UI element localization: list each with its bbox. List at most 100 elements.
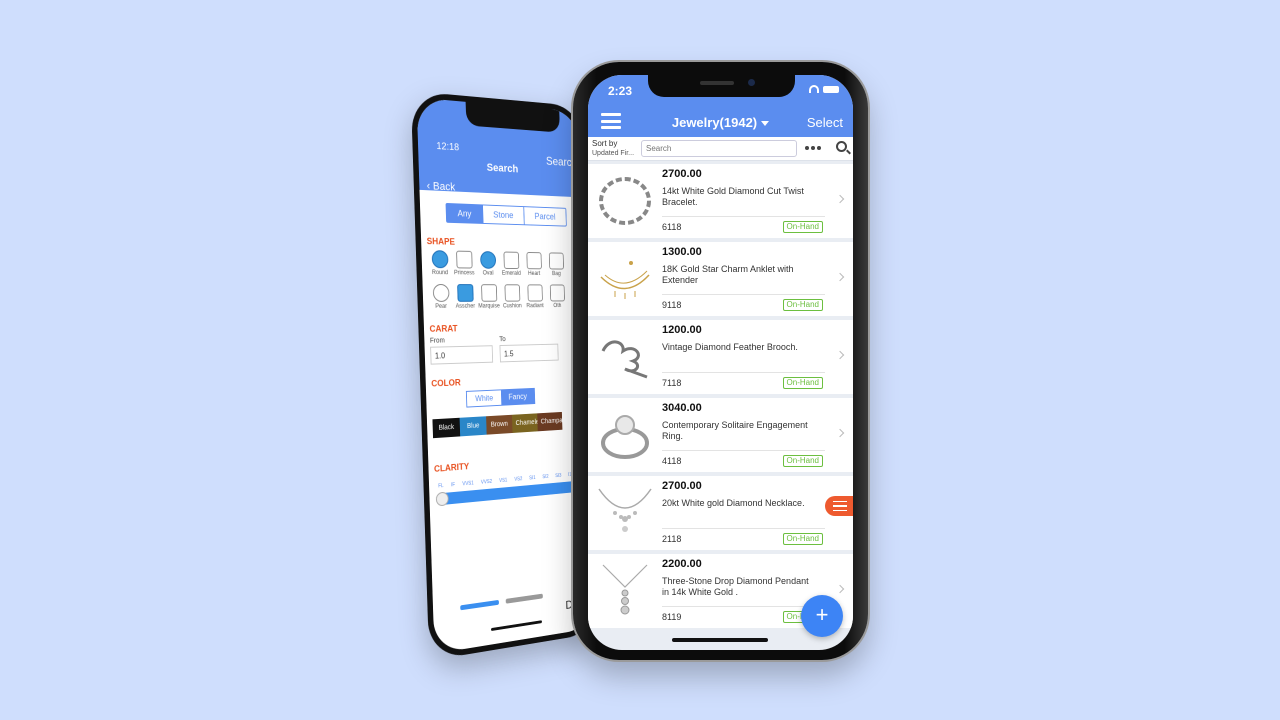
tab-fancy[interactable]: Fancy <box>500 388 535 405</box>
chevron-right-icon <box>835 428 845 438</box>
speaker <box>700 81 734 85</box>
list-item[interactable]: 2700.00 20kt White gold Diamond Necklace.… <box>588 476 853 550</box>
divider <box>662 216 825 217</box>
item-description: 18K Gold Star Charm Anklet with Extender <box>662 264 794 285</box>
item-description: 14kt White Gold Diamond Cut Twist Bracel… <box>662 186 804 207</box>
item-description: Vintage Diamond Feather Brooch. <box>662 342 798 352</box>
item-description: Contemporary Solitaire Engagement Ring. <box>662 420 808 441</box>
shape-label: Princess <box>453 270 475 277</box>
sort-by-value: Updated Fir... <box>592 150 635 157</box>
more-options-icon[interactable] <box>805 146 821 150</box>
shape-label: Oval <box>482 270 494 277</box>
carat-from: From 1.0 <box>430 337 494 365</box>
item-price: 2700.00 <box>662 480 702 492</box>
jewelry-list-screen: 2:23 Jewelry(1942) Select Sort by Update… <box>588 75 853 650</box>
list-item[interactable]: 3040.00 Contemporary Solitaire Engagement… <box>588 398 853 472</box>
item-description: 20kt White gold Diamond Necklace. <box>662 498 805 508</box>
status-time: 2:23 <box>608 84 633 98</box>
shape-label: Emerald <box>501 270 521 277</box>
diamond-shape-icon <box>455 250 473 269</box>
color-swatch[interactable]: Champa <box>537 411 563 432</box>
diamond-shape-icon <box>480 284 497 302</box>
carat-from-input[interactable]: 1.0 <box>430 345 494 365</box>
diamond-shape-icon <box>503 251 519 270</box>
divider <box>662 372 825 373</box>
shape-option[interactable]: Heart <box>522 251 545 277</box>
color-swatch[interactable]: Chameleon <box>511 413 538 433</box>
pendant-thumbnail <box>594 560 656 622</box>
shape-label: Oth <box>553 303 562 309</box>
anklet-thumbnail <box>594 248 656 310</box>
list-item[interactable]: 1200.00 Vintage Diamond Feather Brooch. 71… <box>588 320 853 394</box>
list-item[interactable]: 2700.00 14kt White Gold Diamond Cut Twist… <box>588 164 853 238</box>
tab-white[interactable]: White <box>467 390 502 406</box>
shape-option[interactable]: Asscher <box>453 284 478 310</box>
shape-option[interactable]: Pear <box>428 283 453 310</box>
shape-option[interactable]: Emerald <box>499 251 523 277</box>
search-input[interactable] <box>641 140 797 157</box>
filter-bar: Sort by Updated Fir... <box>588 137 853 161</box>
item-code: 9118 <box>662 300 682 310</box>
shape-option[interactable]: Princess <box>452 250 477 277</box>
clarity-tick: SI2 <box>542 473 549 481</box>
item-code: 4118 <box>662 456 682 466</box>
shape-label: Heart <box>527 271 541 277</box>
jewelry-phone-mockup: 2:23 Jewelry(1942) Select Sort by Update… <box>573 62 868 660</box>
list-item[interactable]: 1300.00 18K Gold Star Charm Anklet with E… <box>588 242 853 316</box>
home-indicator <box>672 638 768 642</box>
status-badge: On-Hand <box>782 377 823 389</box>
item-code: 2118 <box>662 534 682 544</box>
sort-by-control[interactable]: Sort by Updated Fir... <box>592 139 634 159</box>
caret-down-icon <box>761 121 770 127</box>
item-price: 2700.00 <box>662 168 702 180</box>
diamond-shape-icon <box>526 284 543 302</box>
fancy-color-swatches: Black Blue Brown Chameleon Champa <box>432 411 583 439</box>
select-button[interactable]: Select <box>807 115 843 130</box>
diamond-shape-icon <box>431 250 449 269</box>
carat-to: To 1.5 <box>499 335 559 363</box>
carat-to-input[interactable]: 1.5 <box>499 343 559 363</box>
shape-option[interactable]: Oval <box>476 251 500 277</box>
chevron-right-icon <box>835 272 845 282</box>
divider <box>662 450 825 451</box>
color-swatch[interactable]: Brown <box>486 414 513 435</box>
shape-label: Round <box>431 270 449 277</box>
shape-label: SHAPE <box>426 236 456 247</box>
item-description: Three-Stone Drop Diamond Pendant in 14k … <box>662 576 809 597</box>
status-badge: On-Hand <box>782 221 823 233</box>
search-icon[interactable] <box>836 141 847 152</box>
clarity-tick: SI1 <box>529 475 536 482</box>
shape-grid: Round Princess Oval Emerald Heart Bag Pear Assc… <box>427 250 580 310</box>
shape-option[interactable]: Cushion <box>500 284 524 309</box>
clarity-slider-handle[interactable] <box>435 491 449 507</box>
shape-label: Cushion <box>502 303 522 310</box>
shape-option[interactable]: Bag <box>545 252 568 277</box>
shape-option[interactable]: Marquise <box>477 284 501 310</box>
sort-by-label: Sort by <box>592 139 618 148</box>
color-swatch[interactable]: Blue <box>459 416 487 437</box>
clarity-tick: IF <box>450 482 456 489</box>
diamond-shape-icon <box>432 283 450 302</box>
category-title: Jewelry(1942) <box>671 115 758 130</box>
shape-label: Radiant <box>526 303 544 310</box>
add-item-button[interactable]: + <box>801 595 843 637</box>
diamond-shape-icon <box>549 284 565 302</box>
bracelet-thumbnail <box>594 170 656 232</box>
filter-sliders-button[interactable] <box>825 496 853 516</box>
clarity-tick: I1 <box>567 472 572 478</box>
shape-label: Marquise <box>478 303 500 310</box>
jewelry-list: 2700.00 14kt White Gold Diamond Cut Twist… <box>588 161 853 628</box>
item-price: 2200.00 <box>662 558 702 570</box>
color-swatch[interactable]: Black <box>432 417 461 439</box>
item-code: 6118 <box>662 222 682 232</box>
shape-option[interactable]: Round <box>427 250 452 276</box>
item-code: 7118 <box>662 378 682 388</box>
chevron-right-icon <box>835 584 845 594</box>
shape-option[interactable]: Radiant <box>523 284 546 309</box>
clarity-tick: VS2 <box>514 476 523 483</box>
status-badge: On-Hand <box>782 533 823 545</box>
diamond-shape-icon <box>504 284 520 302</box>
shape-option[interactable]: Oth <box>546 284 569 309</box>
divider <box>662 528 825 529</box>
item-price: 1200.00 <box>662 324 702 336</box>
